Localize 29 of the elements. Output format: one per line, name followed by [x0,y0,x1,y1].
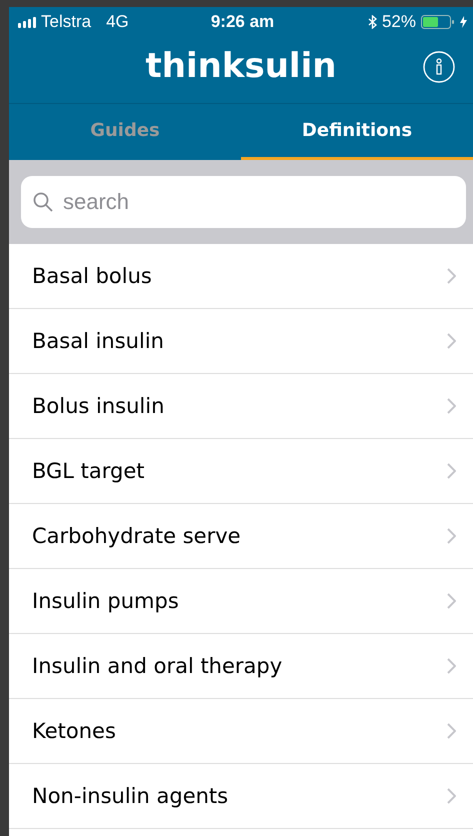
chevron-icon [447,528,456,544]
network-type: 4G [106,12,129,32]
list-item[interactable]: Insulin and oral therapy [9,634,473,699]
chevron-icon [447,723,456,739]
list-item[interactable]: Bolus insulin [9,374,473,439]
clock-time: 9:26 am [210,12,274,32]
list-item[interactable]: Ketones [9,699,473,764]
battery-percent: 52% [382,12,416,32]
list-item[interactable]: Carbohydrate serve [9,504,473,569]
chevron-icon [447,788,456,804]
info-icon[interactable] [423,51,455,83]
battery-icon [420,15,455,29]
carrier-name: Telstra [41,12,92,32]
chevron-icon [447,463,456,479]
list-item[interactable]: Basal insulin [9,309,473,374]
chevron-icon [447,398,456,414]
list-item[interactable]: BGL target [9,439,473,504]
list-item[interactable]: Basal bolus [9,244,473,309]
list-item[interactable]: Non-insulin agents [9,764,473,829]
charging-bolt-icon [460,16,467,28]
search-field[interactable]: search [21,176,466,228]
list-item[interactable]: Insulin pumps [9,569,473,634]
signal-icon [18,16,36,28]
app-logo: thinksulin [146,46,336,86]
chevron-icon [447,593,456,609]
bluetooth-icon [368,15,377,29]
chevron-icon [447,333,456,349]
chevron-icon [447,658,456,674]
chevron-icon [447,268,456,284]
